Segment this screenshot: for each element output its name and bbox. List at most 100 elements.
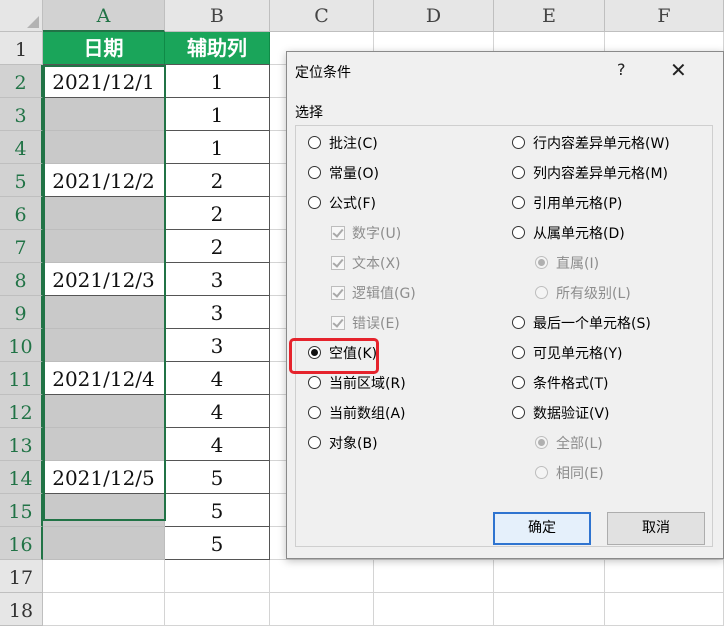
option-label: 当前区域(R)	[329, 376, 406, 392]
row-header-11[interactable]: 11	[0, 362, 43, 395]
helper-cell[interactable]: 3	[165, 296, 270, 329]
helper-cell[interactable]: 1	[165, 131, 270, 164]
option-label: 数据验证(V)	[533, 406, 610, 422]
cancel-button[interactable]: 取消	[607, 512, 705, 545]
column-header-c[interactable]: C	[270, 0, 374, 32]
option-label: 直属(I)	[556, 256, 600, 272]
helper-cell[interactable]: 4	[165, 395, 270, 428]
helper-cell[interactable]: 2	[165, 230, 270, 263]
cell-e18[interactable]	[494, 593, 605, 626]
option-label: 最后一个单元格(S)	[533, 316, 651, 332]
checkbox-icon	[331, 286, 345, 300]
helper-cell[interactable]: 3	[165, 329, 270, 362]
row-header-7[interactable]: 7	[0, 230, 43, 263]
option-label: 引用单元格(P)	[533, 196, 623, 212]
radio-button-icon	[535, 436, 548, 449]
row-header-9[interactable]: 9	[0, 296, 43, 329]
option-label: 空值(K)	[329, 346, 378, 362]
date-cell[interactable]	[43, 527, 165, 560]
options-group	[295, 125, 713, 547]
select-all-triangle-icon	[27, 16, 39, 28]
option-label: 列内容差异单元格(M)	[533, 166, 669, 182]
go-to-special-dialog: 定位条件 ? ✕ 选择 确定 取消 批注(C) 常量(O) 公式(F) 数字(U) 文本…	[286, 51, 724, 559]
option-label: 对象(B)	[329, 436, 378, 452]
option-label: 常量(O)	[329, 166, 379, 182]
helper-cell[interactable]: 2	[165, 164, 270, 197]
row-header-13[interactable]: 13	[0, 428, 43, 461]
radio-button-icon[interactable]	[308, 346, 321, 359]
radio-button-icon[interactable]	[512, 166, 525, 179]
column-header-f[interactable]: F	[605, 0, 724, 32]
option-label: 所有级别(L)	[556, 286, 631, 302]
select-all-corner[interactable]	[0, 0, 43, 32]
radio-button-icon[interactable]	[308, 376, 321, 389]
radio-button-icon[interactable]	[308, 406, 321, 419]
helper-cell[interactable]: 1	[165, 98, 270, 131]
column-header-d[interactable]: D	[374, 0, 494, 32]
helper-cell[interactable]: 2	[165, 197, 270, 230]
radio-button-icon[interactable]	[512, 376, 525, 389]
row-header-8[interactable]: 8	[0, 263, 43, 296]
helper-cell[interactable]: 1	[165, 65, 270, 98]
column-header-e[interactable]: E	[494, 0, 605, 32]
row-header-5[interactable]: 5	[0, 164, 43, 197]
row-header-14[interactable]: 14	[0, 461, 43, 494]
row-header-15[interactable]: 15	[0, 494, 43, 527]
dialog-title: 定位条件	[295, 65, 351, 81]
checkbox-icon	[331, 226, 345, 240]
row-header-1[interactable]: 1	[0, 32, 43, 65]
radio-button-icon[interactable]	[512, 406, 525, 419]
radio-button-icon	[535, 256, 548, 269]
helper-cell[interactable]: 5	[165, 527, 270, 560]
header-cell-helper[interactable]: 辅助列	[165, 32, 270, 65]
row-header-2[interactable]: 2	[0, 65, 43, 98]
cell-a18[interactable]	[43, 593, 165, 626]
radio-button-icon[interactable]	[512, 196, 525, 209]
row-header-3[interactable]: 3	[0, 98, 43, 131]
checkbox-icon	[331, 316, 345, 330]
radio-button-icon[interactable]	[512, 346, 525, 359]
cell-d18[interactable]	[374, 593, 494, 626]
option-label: 全部(L)	[556, 436, 603, 452]
option-label: 行内容差异单元格(W)	[533, 136, 670, 152]
helper-cell[interactable]: 4	[165, 362, 270, 395]
radio-button-icon[interactable]	[512, 226, 525, 239]
option-label: 数字(U)	[352, 226, 402, 242]
cell-b18[interactable]	[165, 593, 270, 626]
helper-cell[interactable]: 3	[165, 263, 270, 296]
cell-f18[interactable]	[605, 593, 724, 626]
option-label: 错误(E)	[352, 316, 400, 332]
help-icon[interactable]: ?	[617, 60, 626, 79]
option-label: 文本(X)	[352, 256, 401, 272]
row-header-10[interactable]: 10	[0, 329, 43, 362]
row-header-4[interactable]: 4	[0, 131, 43, 164]
helper-cell[interactable]: 5	[165, 461, 270, 494]
option-label: 条件格式(T)	[533, 376, 609, 392]
cell-c18[interactable]	[270, 593, 374, 626]
header-cell-date[interactable]: 日期	[43, 32, 165, 65]
helper-cell[interactable]: 4	[165, 428, 270, 461]
radio-button-icon	[535, 466, 548, 479]
option-label: 批注(C)	[329, 136, 378, 152]
radio-button-icon[interactable]	[512, 136, 525, 149]
option-label: 当前数组(A)	[329, 406, 406, 422]
row-header-18[interactable]: 18	[0, 593, 43, 626]
column-header-a[interactable]: A	[43, 0, 165, 32]
option-label: 公式(F)	[329, 196, 376, 212]
helper-cell[interactable]: 5	[165, 494, 270, 527]
column-header-b[interactable]: B	[165, 0, 270, 32]
row-header-16[interactable]: 16	[0, 527, 43, 560]
option-label: 相同(E)	[556, 466, 604, 482]
radio-button-icon[interactable]	[308, 196, 321, 209]
selection-range-outline	[43, 65, 166, 521]
radio-button-icon[interactable]	[308, 166, 321, 179]
close-icon[interactable]: ✕	[670, 58, 687, 82]
option-label: 从属单元格(D)	[533, 226, 625, 242]
ok-button[interactable]: 确定	[493, 512, 591, 545]
row-header-12[interactable]: 12	[0, 395, 43, 428]
radio-button-icon[interactable]	[512, 316, 525, 329]
radio-button-icon[interactable]	[308, 136, 321, 149]
radio-button-icon[interactable]	[308, 436, 321, 449]
checkbox-icon	[331, 256, 345, 270]
row-header-6[interactable]: 6	[0, 197, 43, 230]
